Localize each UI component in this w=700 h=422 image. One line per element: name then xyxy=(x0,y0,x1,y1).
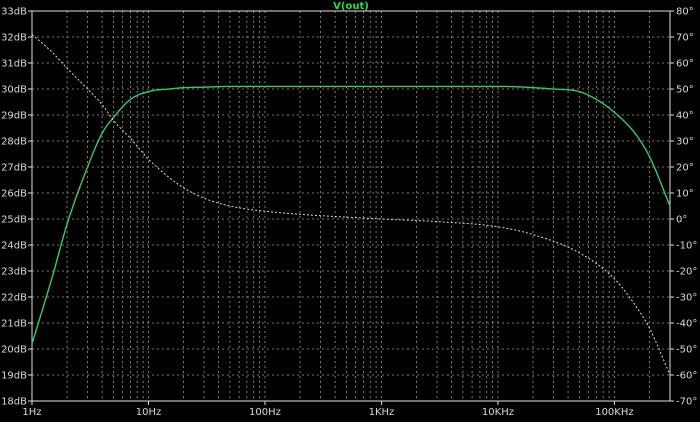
x-tick-label: 10Hz xyxy=(136,407,162,418)
y-right-tick-label: -70° xyxy=(676,397,697,408)
y-right-tick-label: 30° xyxy=(676,137,694,148)
y-right-tick-label: -20° xyxy=(676,267,697,278)
x-tick-label: 1KHz xyxy=(369,407,395,418)
chart-title: V(out) xyxy=(333,1,369,12)
y-right-tick-label: 70° xyxy=(676,33,694,44)
y-right-tick-label: 80° xyxy=(676,7,694,18)
bode-plot: 33dB 32dB 31dB 30dB 29dB 28dB 27dB 26dB 25dB 24dB… xyxy=(0,0,700,422)
y-left-tick-label: 32dB xyxy=(1,33,27,44)
y-left-tick-label: 29dB xyxy=(1,111,27,122)
x-tick-label: 100Hz xyxy=(249,407,281,418)
y-right-tick-label: 60° xyxy=(676,59,694,70)
y-right-tick-label: -40° xyxy=(676,319,697,330)
y-left-tick-label: 22dB xyxy=(1,293,27,304)
x-tick-label: 100KHz xyxy=(595,407,633,418)
y-right-tick-label: 0° xyxy=(676,215,687,226)
y-right-tick-label: -10° xyxy=(676,241,697,252)
y-left-tick-label: 27dB xyxy=(1,163,27,174)
y-right-tick-label: 20° xyxy=(676,163,694,174)
x-tick-label: 10KHz xyxy=(482,407,514,418)
y-right-tick-label: -50° xyxy=(676,345,697,356)
y-left-tick-label: 30dB xyxy=(1,85,27,96)
y-left-tick-label: 18dB xyxy=(1,397,27,408)
y-left-tick-label: 21dB xyxy=(1,319,27,330)
plot-background xyxy=(0,0,700,422)
y-left-tick-label: 25dB xyxy=(1,215,27,226)
y-right-tick-label: 50° xyxy=(676,85,694,96)
y-right-tick-label: -30° xyxy=(676,293,697,304)
y-left-tick-label: 26dB xyxy=(1,189,27,200)
y-left-tick-label: 24dB xyxy=(1,241,27,252)
x-tick-label: 1Hz xyxy=(22,407,41,418)
y-left-tick-label: 28dB xyxy=(1,137,27,148)
y-left-tick-label: 19dB xyxy=(1,371,27,382)
y-right-tick-label: -60° xyxy=(676,371,697,382)
y-left-tick-label: 31dB xyxy=(1,59,27,70)
y-left-tick-label: 20dB xyxy=(1,345,27,356)
y-left-tick-label: 33dB xyxy=(1,7,27,18)
y-left-tick-label: 23dB xyxy=(1,267,27,278)
y-right-tick-label: 40° xyxy=(676,111,694,122)
y-right-tick-label: 10° xyxy=(676,189,694,200)
